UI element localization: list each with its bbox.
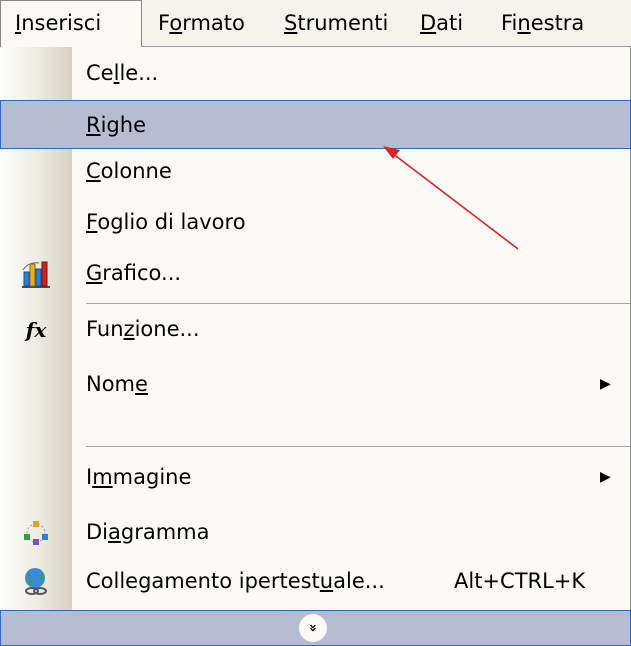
accel-key: e xyxy=(135,372,148,396)
menu-item-celle[interactable]: Celle... xyxy=(0,49,631,98)
menu-item-label: Funzione... xyxy=(86,317,200,341)
menu-formato[interactable]: Formato xyxy=(144,0,266,47)
accel-key: n xyxy=(517,11,531,35)
menu-item-label: Righe xyxy=(86,113,146,137)
menu-item-righe[interactable]: Righe xyxy=(0,100,631,149)
inserisci-dropdown-menu: Celle... Righe Colonne Foglio di lavoro … xyxy=(0,47,631,646)
submenu-arrow-icon: ▶ xyxy=(600,376,611,392)
menu-item-label: Diagramma xyxy=(86,520,210,544)
hyperlink-icon-graphic xyxy=(25,567,47,595)
accel-key: m xyxy=(92,465,113,489)
expand-menu-icon[interactable]: » xyxy=(299,614,327,642)
hyperlink-icon xyxy=(0,557,72,606)
menu-item-shortcut: Alt+CTRL+K xyxy=(454,569,586,593)
menu-strumenti[interactable]: Strumenti xyxy=(270,0,404,47)
menu-item-grafico[interactable]: Grafico... xyxy=(0,249,631,298)
accel-key: u xyxy=(319,569,334,593)
menu-finestra[interactable]: Finestra xyxy=(487,0,631,47)
chart-icon xyxy=(0,249,72,298)
accel-key: R xyxy=(86,113,101,137)
accel-key: C xyxy=(86,159,101,183)
menu-item-funzione[interactable]: fx Funzione... xyxy=(0,305,631,354)
accel-key: D xyxy=(420,11,437,35)
menu-separator xyxy=(86,303,631,304)
menu-item-label: Nome xyxy=(86,372,148,396)
function-icon-glyph: fx xyxy=(25,317,47,342)
menu-item-label: Collegamento ipertestuale... xyxy=(86,569,385,593)
menu-bar: Inserisci Formato Strumenti Dati Finestr… xyxy=(0,0,631,48)
menu-item-label: Immagine xyxy=(86,465,192,489)
accel-key: G xyxy=(86,261,103,285)
accel-key: S xyxy=(284,11,298,35)
menu-item-label: Celle... xyxy=(86,61,159,85)
menu-item-nome[interactable]: Nome ▶ xyxy=(0,360,631,409)
accel-key: F xyxy=(86,210,98,234)
accel-key: z xyxy=(123,317,135,341)
function-icon: fx xyxy=(0,305,72,354)
expand-menu-bar[interactable]: » xyxy=(0,610,631,646)
accel-key: a xyxy=(108,520,121,544)
menu-item-diagramma[interactable]: Diagramma xyxy=(0,508,631,557)
menu-item-immagine[interactable]: Immagine ▶ xyxy=(0,453,631,502)
menu-item-collegamento-ipertestuale[interactable]: Collegamento ipertestuale... Alt+CTRL+K xyxy=(0,557,631,606)
chart-icon-graphic xyxy=(22,261,50,288)
menu-item-label: Colonne xyxy=(86,159,172,183)
diagram-icon-graphic xyxy=(24,520,48,545)
diagram-icon xyxy=(0,508,72,557)
menu-item-foglio-di-lavoro[interactable]: Foglio di lavoro xyxy=(0,198,631,247)
submenu-arrow-icon: ▶ xyxy=(600,469,611,485)
menu-item-label: Grafico... xyxy=(86,261,182,285)
menu-item-label: Foglio di lavoro xyxy=(86,210,246,234)
menu-separator xyxy=(86,446,631,447)
menu-dati[interactable]: Dati xyxy=(406,0,484,47)
accel-key: o xyxy=(169,11,183,35)
menu-item-colonne[interactable]: Colonne xyxy=(0,147,631,196)
menu-inserisci[interactable]: Inserisci xyxy=(0,0,142,48)
